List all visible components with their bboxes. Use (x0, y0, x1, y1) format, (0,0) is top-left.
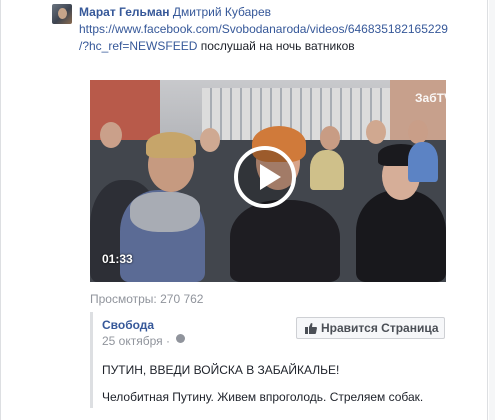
facebook-post-card: Марат Гельман Дмитрий Кубарев https://ww… (0, 0, 495, 420)
crowd-person (230, 200, 340, 282)
post-caption: послушай на ночь ватников (197, 39, 355, 53)
avatar-face (58, 8, 67, 19)
crowd-head (200, 128, 220, 152)
crowd-person (130, 192, 200, 232)
like-page-button[interactable]: Нравится Страница (296, 317, 445, 339)
thumbs-up-icon (305, 323, 317, 334)
video-duration: 01:33 (102, 252, 133, 266)
crowd-head (100, 122, 122, 148)
crowd-person (310, 150, 344, 190)
view-count: Просмотры: 270 762 (90, 292, 204, 306)
channel-watermark: ЗабTV (415, 91, 446, 105)
crowd-head (366, 120, 386, 144)
shared-page-name[interactable]: Свобода (102, 318, 154, 332)
crowd-head (146, 132, 196, 158)
post-text: https://www.facebook.com/Svobodanaroda/v… (79, 21, 479, 55)
play-button[interactable] (234, 146, 296, 208)
author-name[interactable]: Марат Гельман (79, 5, 170, 19)
crowd-person (356, 190, 446, 282)
shared-post-text: Челобитная Путину. Живем впроголодь. Стр… (102, 390, 424, 404)
post-header: Марат Гельман Дмитрий Кубарев (79, 5, 271, 19)
like-page-label: Нравится Страница (321, 321, 439, 335)
left-divider (0, 0, 1, 420)
shared-post-date[interactable]: 25 октября · (102, 334, 170, 348)
video-player[interactable]: ЗабTV 01:33 (90, 80, 446, 282)
author-avatar[interactable] (52, 4, 72, 24)
crowd-head (408, 120, 428, 144)
shared-post-title: ПУТИН, ВВЕДИ ВОЙСКА В ЗАБАЙКАЛЬЕ! (102, 363, 340, 377)
vertical-scrollbar[interactable] (489, 0, 495, 420)
crowd-person (408, 142, 438, 182)
mentioned-user[interactable]: Дмитрий Кубарев (173, 5, 271, 19)
play-icon (260, 164, 281, 190)
right-divider (487, 0, 488, 420)
crowd-head (320, 126, 340, 150)
shared-post-rule (90, 312, 93, 408)
video-link-part2[interactable]: /?hc_ref=NEWSFEED (79, 39, 197, 53)
video-link-part1[interactable]: https://www.facebook.com/Svobodanaroda/v… (79, 22, 448, 36)
globe-icon (176, 334, 185, 343)
